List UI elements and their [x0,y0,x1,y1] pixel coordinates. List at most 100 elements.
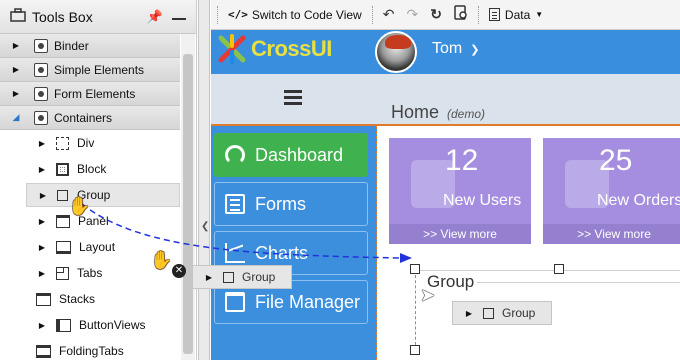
tree-item-form-elements[interactable]: ▶ Form Elements [0,82,180,106]
layout-icon [56,240,71,254]
tree-item-stacks[interactable]: Stacks [0,287,180,311]
toolbar-separator [217,5,218,24]
preview-button[interactable] [448,0,474,30]
redo-button[interactable]: ↷ [400,0,424,30]
tree-item-label: Tabs [77,266,103,280]
crossui-logo: CrossUI [217,34,332,64]
group-icon [223,271,234,283]
hand-cursor-icon: ✋ [68,196,91,216]
refresh-button[interactable]: ↻ [424,0,448,30]
expand-arrow-icon[interactable]: ▶ [36,321,48,330]
tree-item-block[interactable]: ▶ Block [0,157,180,181]
block-icon [56,162,69,176]
page-title: Home (demo) [391,102,485,123]
dashboard-gauge-icon [225,145,245,165]
buttonviews-icon [56,318,71,332]
expand-arrow-icon[interactable]: ▶ [37,191,49,200]
data-menu-button[interactable]: Data ▼ [483,0,549,30]
view-more-link[interactable]: >> View more [543,224,680,244]
drop-preview-label: Group [502,306,536,320]
stat-value: 12 [445,144,479,177]
stat-tile-new-orders[interactable]: 25 New Orders >> View more [543,138,680,244]
switch-to-code-view-button[interactable]: </> Switch to Code View [222,0,368,30]
page-title-text: Home [391,102,440,122]
tree-item-label: Block [77,162,107,176]
toolbar-separator [371,5,373,24]
nav-item-dashboard[interactable]: Dashboard [214,133,368,177]
hamburger-menu-icon[interactable] [284,90,302,106]
tree-item-label: FoldingTabs [59,344,124,358]
tools-box-header: Tools Box 📌 [0,0,196,34]
drop-preview-chip: ▶ Group [452,301,552,325]
expand-arrow-icon: ▶ [465,308,473,318]
group-fieldset-line [477,282,680,283]
page-subtitle: (demo) [447,107,486,121]
avatar[interactable] [375,31,417,73]
no-drop-icon: ✕ [172,264,186,278]
collapse-left-icon[interactable]: ❮ [201,221,209,232]
stat-label: New Users [443,192,522,209]
puzzle-icon [34,86,48,101]
puzzle-icon [34,38,48,53]
code-icon: </> [228,8,248,21]
resize-handle-bottom-left[interactable] [410,345,420,355]
user-name: Tom [432,40,463,57]
resize-handle-top-left[interactable] [410,264,420,274]
nav-label: File Manager [255,291,361,312]
tools-box-panel: Tools Box 📌 ▶ Binder ▶ Simple Elements ▶… [0,0,197,360]
view-more-link[interactable]: >> View more [389,224,531,244]
minimize-icon[interactable] [172,8,186,20]
expand-arrow-icon[interactable]: ▶ [36,217,48,226]
document-icon [488,8,500,21]
expand-arrow-icon[interactable]: ▶ [36,243,48,252]
expand-arrow-icon[interactable]: ▶ [36,139,48,148]
expand-arrow-icon[interactable]: ▶ [10,89,22,98]
page-header: Home (demo) [211,74,680,126]
scrollbar-thumb[interactable] [183,54,193,354]
tree-item-buttonviews[interactable]: ▶ ButtonViews [0,313,180,337]
dropdown-caret-icon: ▼ [535,10,544,19]
tree-item-foldingtabs[interactable]: FoldingTabs [0,339,180,360]
resize-handle-top-middle[interactable] [554,264,564,274]
tabs-icon [56,266,69,280]
tree-item-label: ButtonViews [79,318,146,332]
designer-window: Tools Box 📌 ▶ Binder ▶ Simple Elements ▶… [0,0,680,360]
logo-text: CrossUI [251,36,332,61]
tree-item-simple-elements[interactable]: ▶ Simple Elements [0,58,180,82]
tree-item-label: Layout [79,240,116,254]
expand-arrow-icon[interactable]: ▶ [10,65,22,74]
data-menu-label: Data [504,7,531,22]
stat-value: 25 [599,144,633,177]
collapse-arrow-icon[interactable]: ◢ [10,112,22,123]
user-menu[interactable]: Tom ❯ [432,40,479,58]
tree-item-label: Stacks [59,292,96,306]
tree-item-label: Div [77,136,95,150]
move-cursor-icon: ➤ [420,285,436,305]
nav-item-forms[interactable]: Forms [214,182,368,226]
switch-code-label: Switch to Code View [251,7,362,22]
tree-item-group[interactable]: ▶ Group [26,183,180,207]
puzzle-icon [34,62,48,77]
tree-item-containers[interactable]: ◢ Containers [0,106,180,130]
panel-splitter[interactable]: ❮ [198,0,210,360]
designer-toolbar: </> Switch to Code View ↶ ↷ ↻ Data ▼ [211,0,680,30]
expand-arrow-icon[interactable]: ▶ [36,269,48,278]
stacks-icon [36,292,51,306]
tree-item-binder[interactable]: ▶ Binder [0,34,180,58]
group-icon [57,189,68,201]
undo-button[interactable]: ↶ [377,0,401,30]
tools-box-scrollbar[interactable] [181,34,195,360]
toolbox-icon [10,8,26,25]
folder-icon [225,292,245,312]
tree-item-div[interactable]: ▶ Div [0,131,180,155]
stat-tile-new-users[interactable]: 12 New Users >> View more [389,138,531,244]
expand-arrow-icon[interactable]: ▶ [10,41,22,50]
foldingtabs-icon [36,344,51,358]
expand-arrow-icon[interactable]: ▶ [36,165,48,174]
nav-label: Dashboard [255,144,344,165]
pin-icon[interactable]: 📌 [146,9,164,25]
hand-cursor-icon: ✋ [150,250,173,270]
tools-box-title: Tools Box [32,8,93,25]
tree-item-label: Form Elements [54,86,136,101]
tree-item-label: Binder [54,38,89,53]
